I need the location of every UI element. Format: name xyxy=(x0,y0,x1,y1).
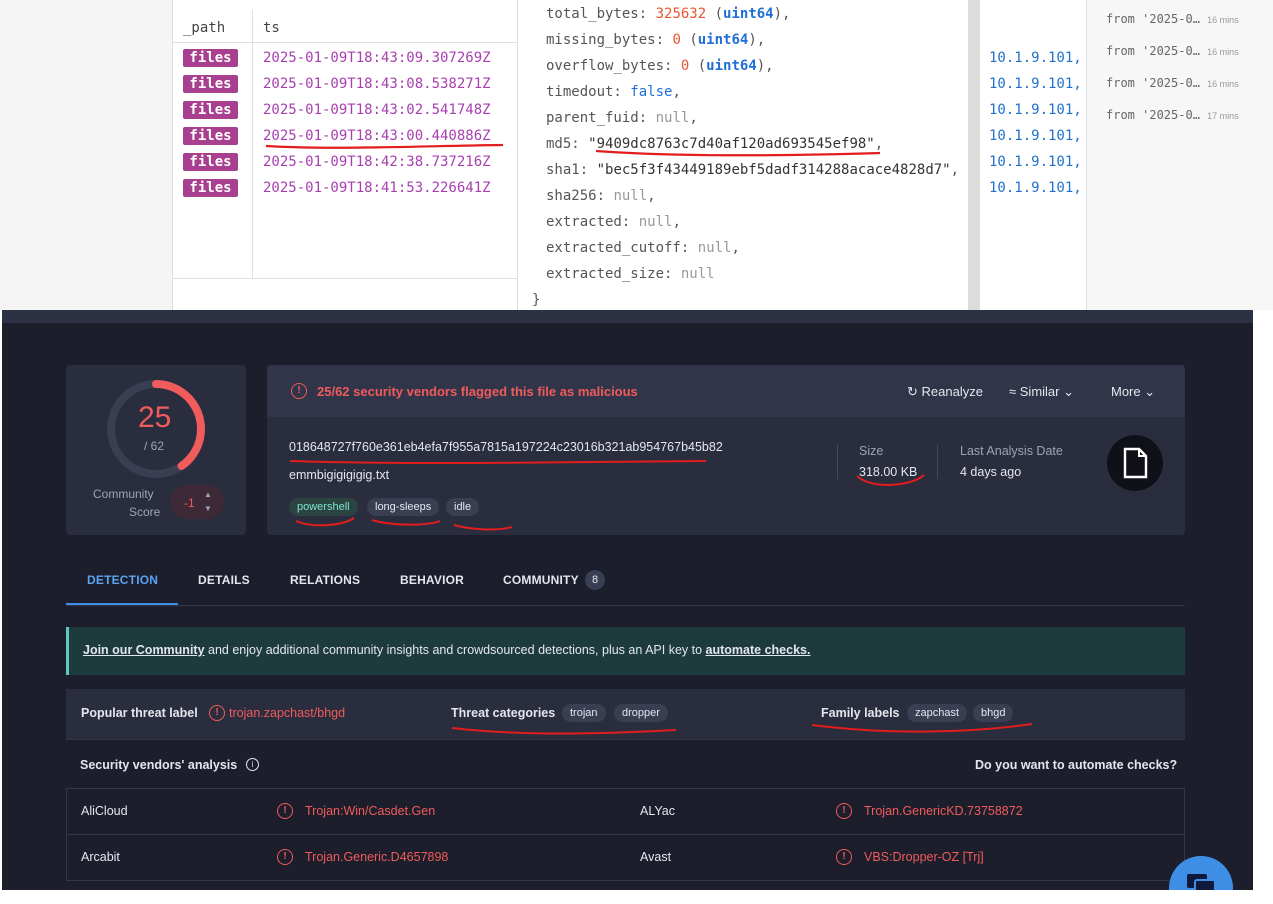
annotation-marks-bottom xyxy=(289,460,1033,735)
virustotal-report: 25 / 62 Community Score -1 ▲ ▼ ! 25/62 s… xyxy=(2,310,1253,890)
log-viewer: _path ts files 2025-01-09T18:43:09.30726… xyxy=(0,0,1273,310)
annotation-marks-top xyxy=(265,143,881,157)
